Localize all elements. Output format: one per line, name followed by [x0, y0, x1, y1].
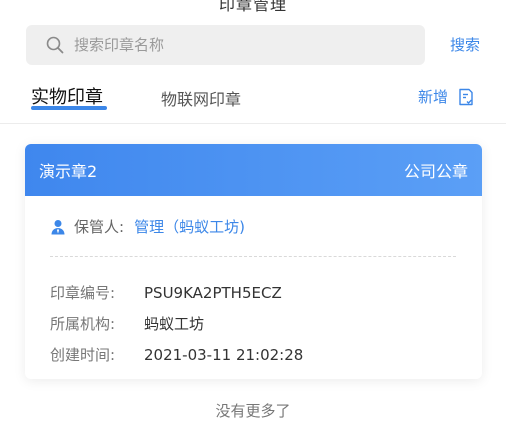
organization-row: 所属机构: 蚂蚁工坊	[50, 308, 303, 339]
no-more-text: 没有更多了	[215, 402, 291, 420]
info-label: 所属机构:	[50, 315, 116, 333]
search-input[interactable]	[74, 36, 404, 54]
add-document-icon	[458, 88, 474, 106]
seal-info-list: 印章编号: PSU9KA2PTH5ECZ 所属机构: 蚂蚁工坊 创建时间: 20…	[50, 277, 303, 370]
seal-number-row: 印章编号: PSU9KA2PTH5ECZ	[50, 277, 303, 308]
seal-list-page: 印章管理 搜索 实物印章 物联网印章 新增	[0, 0, 506, 437]
seal-name: 演示章2	[39, 162, 98, 181]
info-label: 创建时间:	[50, 346, 116, 364]
add-seal-label: 新增	[418, 88, 449, 106]
search-icon	[46, 36, 64, 54]
info-label: 印章编号:	[50, 284, 116, 302]
keeper-value[interactable]: 管理（蚂蚁工坊)	[134, 216, 245, 237]
seal-type-tabs: 实物印章 物联网印章 新增	[0, 80, 506, 124]
organization-value: 蚂蚁工坊	[144, 315, 205, 333]
page-title: 印章管理	[218, 0, 287, 14]
search-box[interactable]	[26, 25, 425, 65]
active-tab-indicator	[31, 106, 107, 110]
seal-card[interactable]: 演示章2 公司公章 保管人: 管理（蚂蚁工坊) 印章编号: PSU9KA2PTH…	[25, 144, 482, 379]
seal-number-value: PSU9KA2PTH5ECZ	[144, 283, 282, 302]
seal-card-header: 演示章2 公司公章	[25, 144, 482, 196]
seal-type: 公司公章	[403, 162, 468, 181]
add-seal-button[interactable]: 新增	[418, 86, 474, 107]
search-button[interactable]: 搜索	[450, 25, 480, 65]
keeper-label: 保管人:	[74, 218, 125, 236]
tab-iot-seal[interactable]: 物联网印章	[161, 86, 241, 110]
created-time-value: 2021-03-11 21:02:28	[144, 345, 304, 364]
search-bar: 搜索	[26, 25, 496, 65]
card-divider	[50, 256, 456, 257]
keeper-row: 保管人: 管理（蚂蚁工坊)	[50, 216, 245, 237]
created-time-row: 创建时间: 2021-03-11 21:02:28	[50, 339, 303, 370]
person-icon	[50, 219, 66, 235]
